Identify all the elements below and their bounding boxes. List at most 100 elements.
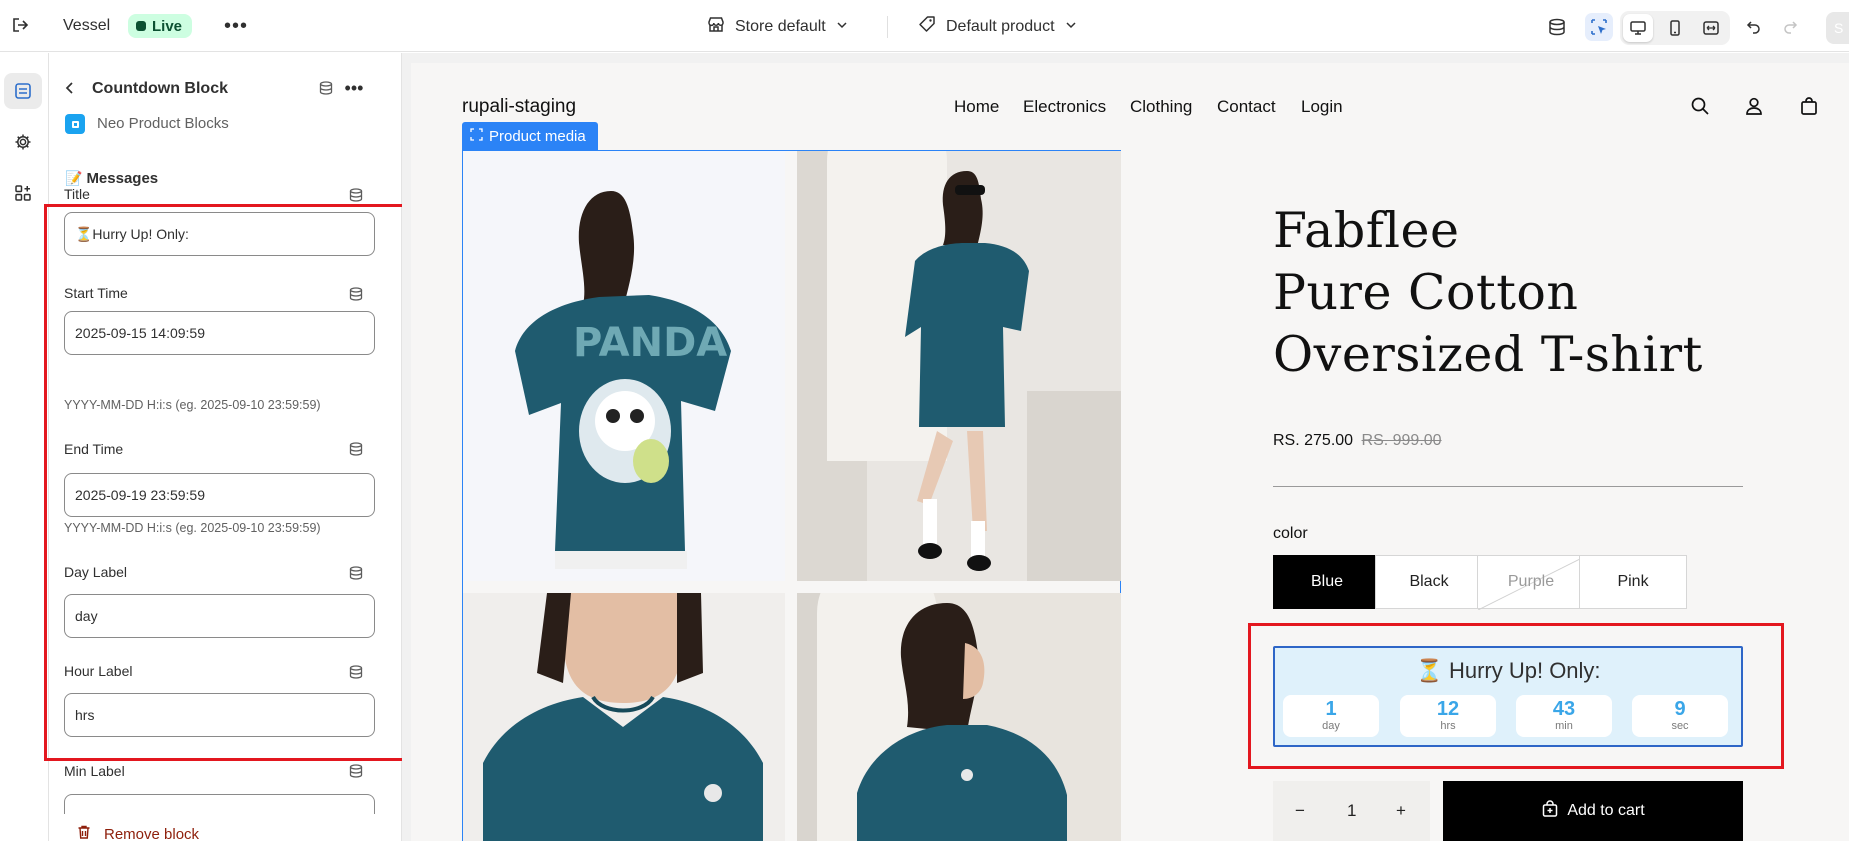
product-image-pose[interactable] <box>797 151 1121 581</box>
countdown-cell-hrs: 12 hrs <box>1400 695 1496 737</box>
trash-icon <box>76 824 92 841</box>
fullwidth-icon[interactable] <box>1696 14 1726 42</box>
color-option-purple[interactable]: Purple <box>1477 555 1586 610</box>
select-inspect-icon[interactable] <box>1585 13 1613 41</box>
database-icon[interactable] <box>346 284 366 304</box>
start-time-help: YYYY-MM-DD H:i:s (eg. 2025-09-10 23:59:5… <box>64 398 321 412</box>
countdown-value: 43 <box>1552 698 1576 720</box>
field-label-start-time: Start Time <box>64 285 128 301</box>
block-title: Countdown Block <box>92 80 228 97</box>
bag-plus-icon <box>1541 799 1559 823</box>
divider <box>1273 486 1743 487</box>
field-label-title: Title <box>64 186 90 202</box>
product-title: Fabflee Pure Cotton Oversized T-shirt <box>1273 200 1703 386</box>
gear-icon[interactable] <box>4 124 42 160</box>
live-dot-icon <box>136 21 146 31</box>
cart-icon[interactable] <box>1797 94 1821 118</box>
account-icon[interactable] <box>1742 94 1766 118</box>
countdown-unit: day <box>1322 720 1340 732</box>
hour-label-input[interactable]: hrs <box>64 693 375 737</box>
end-time-help: YYYY-MM-DD H:i:s (eg. 2025-09-10 23:59:5… <box>64 521 321 535</box>
divider <box>887 16 888 38</box>
preview-area: rupali-staging Home Electronics Clothing… <box>402 53 1849 841</box>
color-option-black[interactable]: Black <box>1375 555 1483 609</box>
product-image-front[interactable] <box>463 593 785 841</box>
countdown-block[interactable]: ⏳ Hurry Up! Only: 1 day 12 hrs 43 min 9 … <box>1273 646 1743 747</box>
mobile-icon[interactable] <box>1660 14 1690 42</box>
store-selector-label: Store default <box>735 17 826 35</box>
nav-item-login[interactable]: Login <box>1301 97 1343 117</box>
store-icon <box>707 15 725 38</box>
product-image-back[interactable]: PANDA <box>463 151 785 581</box>
product-selector-label: Default product <box>946 17 1055 35</box>
end-time-input[interactable]: 2025-09-19 23:59:59 <box>64 473 375 517</box>
back-button[interactable] <box>60 78 80 98</box>
product-selector[interactable]: Default product <box>918 15 1077 38</box>
status-badge: Live <box>128 14 193 38</box>
countdown-unit: min <box>1555 720 1573 732</box>
search-icon[interactable] <box>1688 94 1712 118</box>
compare-price: RS. 999.00 <box>1361 432 1442 449</box>
redo-icon[interactable] <box>1776 13 1804 41</box>
quantity-value[interactable]: 1 <box>1347 801 1356 821</box>
exit-icon[interactable] <box>9 14 31 36</box>
product-media-tag[interactable]: Product media <box>462 122 598 150</box>
svg-text:PANDA: PANDA <box>573 320 727 366</box>
database-icon[interactable] <box>346 563 366 583</box>
product-image-side[interactable] <box>797 593 1121 841</box>
undo-icon[interactable] <box>1740 13 1768 41</box>
storefront-canvas: rupali-staging Home Electronics Clothing… <box>411 63 1849 841</box>
store-logo[interactable]: rupali-staging <box>462 96 576 118</box>
nav-item-clothing[interactable]: Clothing <box>1130 97 1192 117</box>
title-input[interactable]: ⏳Hurry Up! Only: <box>64 212 375 256</box>
frame-icon <box>470 127 483 145</box>
color-option-pink[interactable]: Pink <box>1579 555 1687 609</box>
save-button[interactable]: S <box>1826 12 1849 44</box>
device-switcher <box>1620 11 1730 45</box>
database-icon[interactable] <box>346 185 366 205</box>
option-label: color <box>1273 525 1308 542</box>
sections-icon[interactable] <box>4 73 42 109</box>
field-label-day-label: Day Label <box>64 564 128 580</box>
top-bar: Vessel Live ••• Store default Default pr… <box>0 0 1849 52</box>
app-logo-icon <box>65 114 85 134</box>
product-price: RS. 275.00 RS. 999.00 <box>1273 432 1442 450</box>
remove-block-label: Remove block <box>104 825 200 841</box>
product-media-tag-label: Product media <box>489 127 586 145</box>
app-name-label: Neo Product Blocks <box>97 115 229 132</box>
field-label-min-label: Min Label <box>64 763 125 779</box>
quantity-increase-button[interactable]: + <box>1396 801 1406 821</box>
apps-icon[interactable] <box>4 175 42 211</box>
quantity-decrease-button[interactable]: − <box>1295 801 1305 821</box>
color-option-blue[interactable]: Blue <box>1273 555 1381 609</box>
section-title: Messages <box>86 170 159 187</box>
nav-item-home[interactable]: Home <box>954 97 999 117</box>
day-label-input[interactable]: day <box>64 594 375 638</box>
database-icon[interactable] <box>346 439 366 459</box>
countdown-cell-sec: 9 sec <box>1632 695 1728 737</box>
chevron-down-icon <box>836 18 848 36</box>
nav-item-contact[interactable]: Contact <box>1217 97 1276 117</box>
min-label-input[interactable] <box>64 794 375 814</box>
product-title-line: Oversized T-shirt <box>1273 326 1703 383</box>
remove-block-button[interactable]: Remove block <box>76 824 199 841</box>
more-actions-button[interactable]: ••• <box>222 14 250 38</box>
product-media-gallery[interactable]: PANDA <box>462 150 1121 841</box>
nav-item-electronics[interactable]: Electronics <box>1023 97 1106 117</box>
countdown-cell-min: 43 min <box>1516 695 1612 737</box>
app-embed-icon[interactable] <box>1543 13 1571 41</box>
block-more-button[interactable]: ••• <box>341 78 367 98</box>
countdown-title: ⏳ Hurry Up! Only: <box>1415 658 1601 683</box>
left-rail <box>0 53 49 841</box>
countdown-cell-day: 1 day <box>1283 695 1379 737</box>
desktop-icon[interactable] <box>1623 14 1653 42</box>
database-icon[interactable] <box>346 662 366 682</box>
add-to-cart-button[interactable]: Add to cart <box>1443 781 1743 841</box>
store-selector[interactable]: Store default <box>707 15 848 38</box>
countdown-value: 12 <box>1436 698 1460 720</box>
chevron-down-icon <box>1065 18 1077 36</box>
quantity-stepper: − 1 + <box>1273 781 1430 841</box>
database-icon[interactable] <box>316 78 336 98</box>
start-time-input[interactable]: 2025-09-15 14:09:59 <box>64 311 375 355</box>
database-icon[interactable] <box>346 761 366 781</box>
